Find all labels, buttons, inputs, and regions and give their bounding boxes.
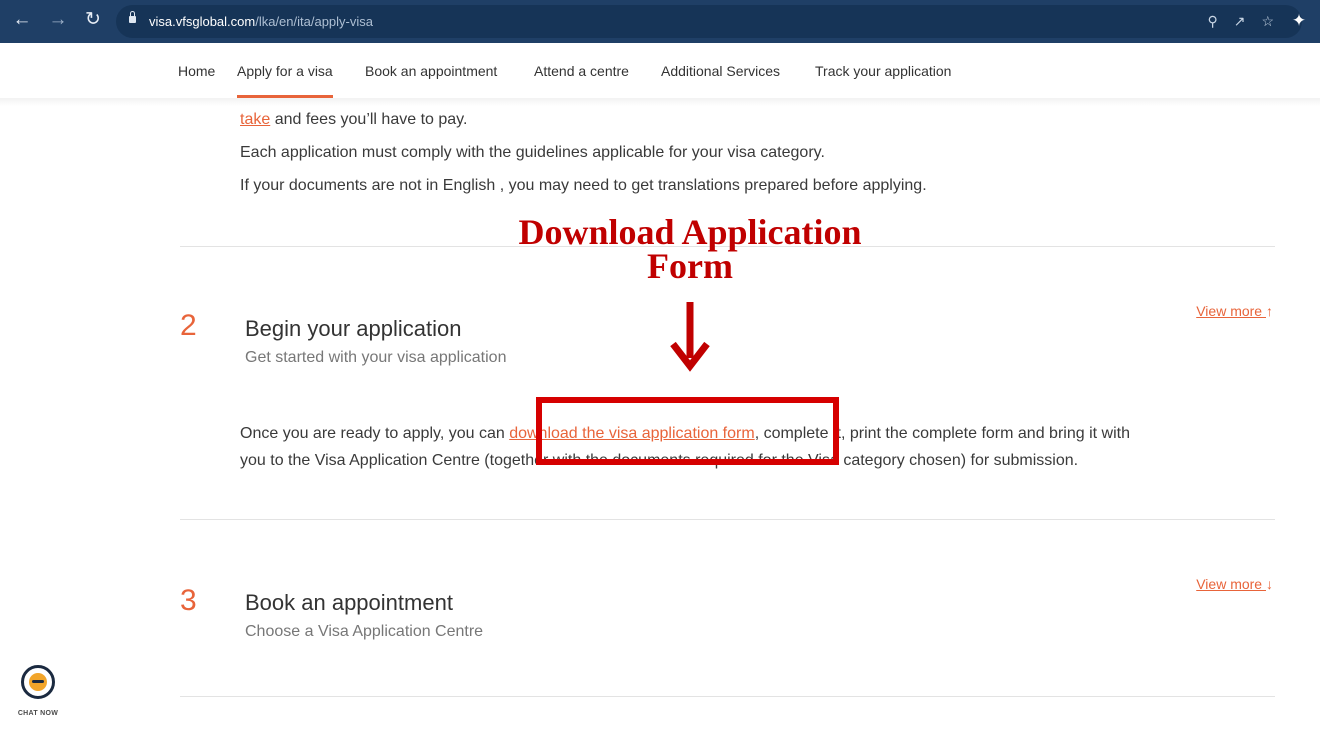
annotation-title-line1: Download Application (518, 212, 862, 252)
view-more-label: View more (1196, 576, 1266, 592)
step-3-title: Book an appointment (245, 590, 453, 615)
annotation-down-arrow-icon (670, 302, 710, 372)
annotation-highlight-box (536, 397, 839, 465)
nav-shadow (0, 98, 1320, 106)
url-text[interactable]: visa.vfsglobal.com/lka/en/ita/apply-visa (149, 13, 373, 30)
take-link[interactable]: take (240, 111, 270, 128)
step-3-view-more-link[interactable]: View more ↓ (1196, 575, 1273, 593)
section-divider (180, 696, 1275, 697)
nav-item-additional-services[interactable]: Additional Services (661, 43, 780, 98)
view-more-label: View more (1196, 303, 1266, 319)
section-divider (180, 519, 1275, 520)
lock-icon[interactable] (129, 11, 136, 23)
step-2-number: 2 (180, 309, 197, 342)
nav-item-attend-a-centre[interactable]: Attend a centre (534, 43, 629, 98)
zoom-icon[interactable]: ⚲ (1207, 13, 1217, 30)
arrow-up-icon: ↑ (1266, 303, 1273, 319)
share-icon[interactable]: ↗ (1234, 13, 1246, 30)
nav-item-apply-for-a-visa[interactable]: Apply for a visa (237, 43, 333, 98)
step1-guidelines-text: Each application must comply with the gu… (240, 144, 825, 161)
step-2-body-before: Once you are ready to apply, you can (240, 425, 510, 442)
address-bar-actions: ⚲ ↗ ☆ (1207, 13, 1274, 30)
extensions-puzzle-icon[interactable]: ✦ (1288, 10, 1310, 32)
step1-translations-text: If your documents are not in English , y… (240, 177, 927, 194)
browser-toolbar: ← → ↻ visa.vfsglobal.com/lka/en/ita/appl… (0, 0, 1320, 43)
annotation-title: Download Application Form (440, 212, 940, 286)
chat-now-widget[interactable]: CHAT NOW (14, 660, 66, 720)
nav-item-book-an-appointment[interactable]: Book an appointment (365, 43, 497, 98)
nav-item-track-your-application[interactable]: Track your application (815, 43, 951, 98)
step-2-view-more-link[interactable]: View more ↑ (1196, 302, 1273, 320)
url-host: visa.vfsglobal.com (149, 14, 256, 29)
nav-item-home[interactable]: Home (178, 43, 215, 98)
chat-now-label: CHAT NOW (17, 710, 59, 717)
step-2-title: Begin your application (245, 316, 462, 341)
forward-arrow-icon[interactable]: → (47, 9, 69, 31)
step-3-number: 3 (180, 584, 197, 617)
step-2-subtitle: Get started with your visa application (245, 349, 507, 366)
chat-bubble-icon (21, 665, 55, 699)
annotation-title-line2: Form (647, 246, 733, 286)
step1-fees-text: take and fees you’ll have to pay. (240, 110, 467, 130)
arrow-down-icon: ↓ (1266, 576, 1273, 592)
reload-icon[interactable]: ↻ (82, 9, 104, 31)
step-3-subtitle: Choose a Visa Application Centre (245, 623, 484, 640)
step1-fees-rest: and fees you’ll have to pay. (270, 111, 468, 128)
bookmark-star-icon[interactable]: ☆ (1261, 13, 1274, 30)
address-bar[interactable]: visa.vfsglobal.com/lka/en/ita/apply-visa… (116, 5, 1302, 38)
url-path: /lka/en/ita/apply-visa (255, 14, 373, 29)
back-arrow-icon[interactable]: ← (11, 9, 33, 31)
site-nav: Home Apply for a visa Book an appointmen… (165, 43, 1290, 99)
